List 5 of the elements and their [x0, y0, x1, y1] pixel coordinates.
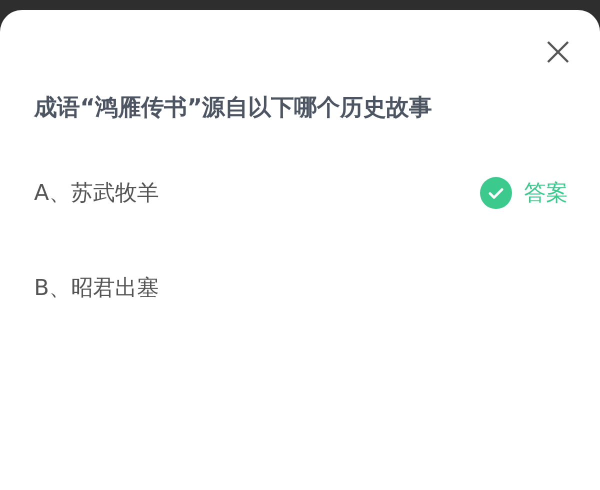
question-text: 成语“鸿雁传书”源自以下哪个历史故事	[34, 94, 434, 123]
answer-option[interactable]: B、昭君出塞	[34, 273, 568, 303]
close-icon[interactable]	[546, 40, 570, 64]
answer-option[interactable]: A、苏武牧羊	[34, 178, 480, 208]
answer-label: 答案	[524, 180, 568, 208]
